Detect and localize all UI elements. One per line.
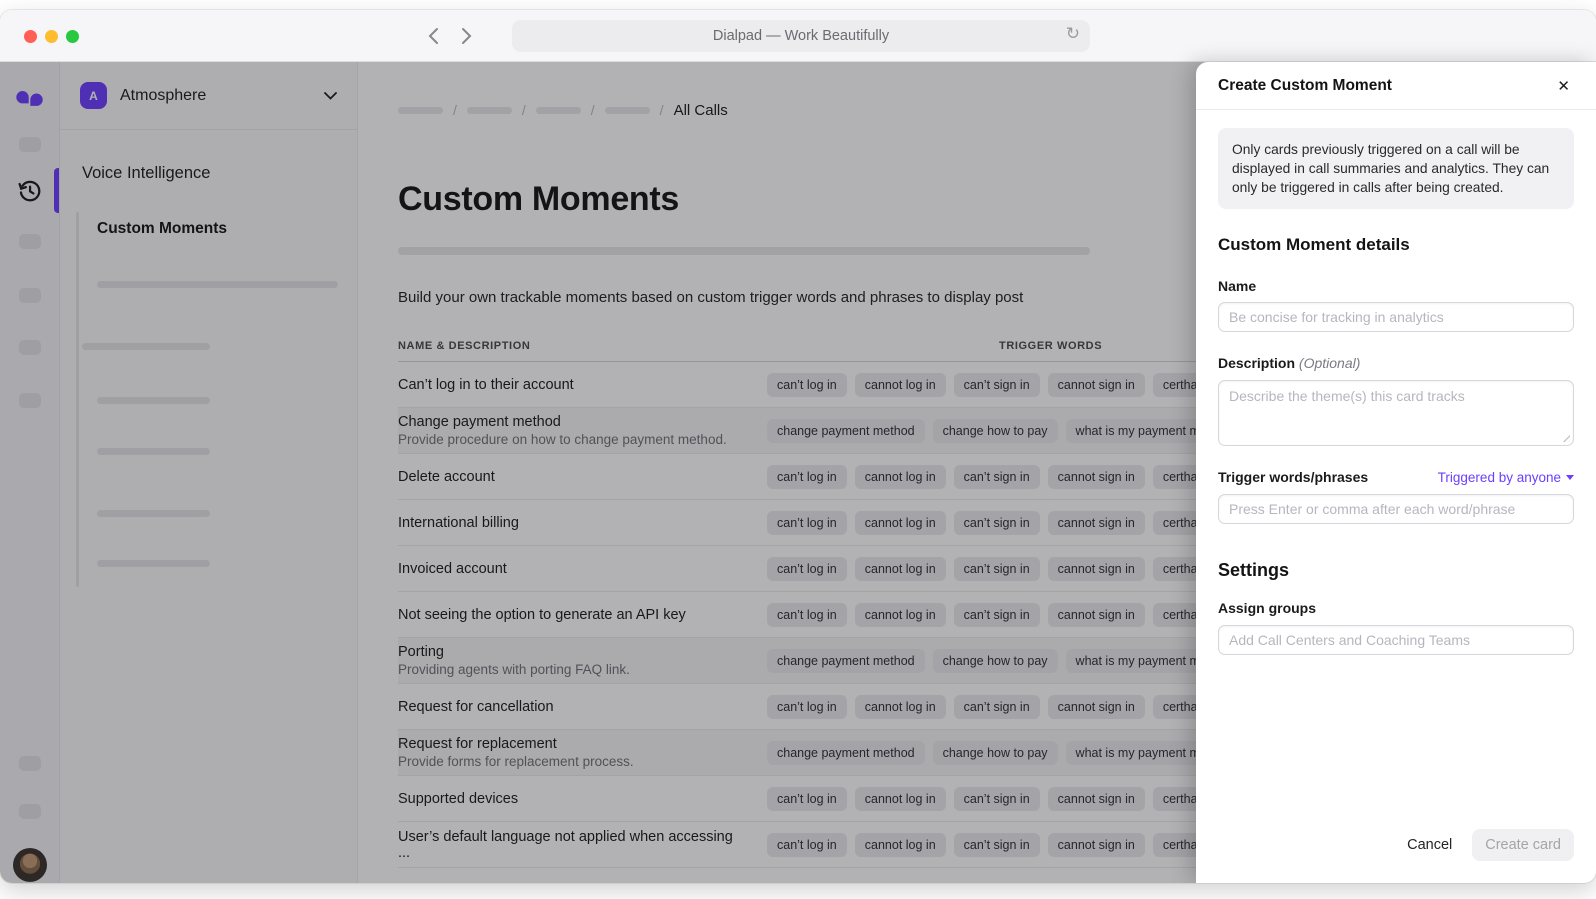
trigger-words-label: Trigger words/phrases (1218, 469, 1368, 485)
description-label-text: Description (1218, 355, 1295, 371)
settings-heading: Settings (1218, 560, 1574, 581)
forward-icon (461, 27, 472, 45)
assign-groups-label: Assign groups (1218, 600, 1574, 616)
browser-chrome: Dialpad — Work Beautifully ↻ (0, 10, 1596, 62)
trigger-words-field[interactable] (1218, 494, 1574, 524)
create-card-button[interactable]: Create card (1472, 829, 1574, 861)
address-bar[interactable]: Dialpad — Work Beautifully ↻ (512, 20, 1090, 52)
description-label: Description (Optional) (1218, 355, 1574, 371)
close-window-button[interactable] (24, 30, 37, 43)
description-field[interactable] (1218, 380, 1574, 446)
triggered-by-value: Triggered by anyone (1438, 470, 1561, 485)
back-button[interactable] (428, 27, 439, 45)
cancel-button[interactable]: Cancel (1407, 837, 1452, 853)
zoom-window-button[interactable] (66, 30, 79, 43)
panel-body: Only cards previously triggered on a cal… (1196, 110, 1596, 813)
reload-button[interactable]: ↻ (1066, 24, 1080, 44)
triggered-by-dropdown[interactable]: Triggered by anyone (1438, 470, 1574, 485)
panel-header: Create Custom Moment ✕ (1196, 62, 1596, 110)
back-icon (428, 27, 439, 45)
name-field[interactable] (1218, 302, 1574, 332)
optional-label: (Optional) (1299, 355, 1360, 371)
panel-footer: Cancel Create card (1196, 813, 1596, 883)
address-bar-text: Dialpad — Work Beautifully (713, 28, 889, 44)
panel-title: Create Custom Moment (1218, 77, 1392, 95)
details-heading: Custom Moment details (1218, 235, 1574, 255)
traffic-lights (24, 10, 79, 62)
name-label: Name (1218, 278, 1574, 294)
assign-groups-field[interactable] (1218, 625, 1574, 655)
create-custom-moment-panel: Create Custom Moment ✕ Only cards previo… (1196, 62, 1596, 883)
info-banner: Only cards previously triggered on a cal… (1218, 128, 1574, 209)
close-icon[interactable]: ✕ (1553, 73, 1574, 99)
forward-button[interactable] (461, 27, 472, 45)
browser-window: Dialpad — Work Beautifully ↻ (0, 10, 1596, 883)
minimize-window-button[interactable] (45, 30, 58, 43)
caret-down-icon (1566, 475, 1574, 480)
